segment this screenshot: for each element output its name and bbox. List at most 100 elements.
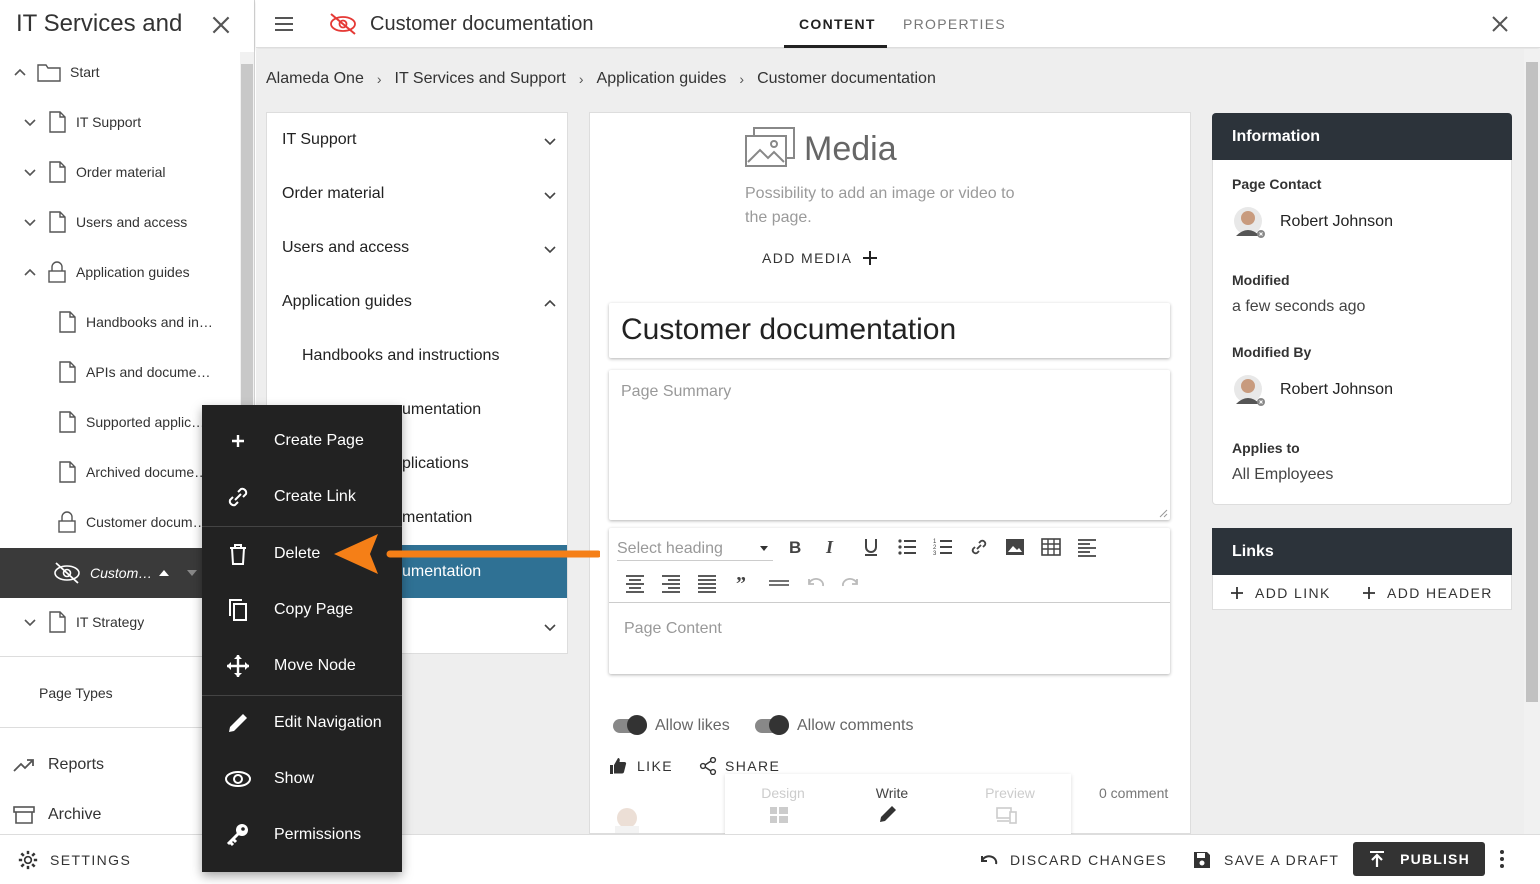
bold-icon[interactable]: B — [784, 536, 806, 558]
tab-content[interactable]: CONTENT — [799, 16, 876, 32]
share-button[interactable]: SHARE — [699, 757, 780, 775]
table-icon[interactable] — [1040, 536, 1062, 558]
nav-item-application-guides[interactable]: Application guides — [282, 293, 412, 311]
settings-button[interactable]: SETTINGS — [18, 850, 131, 870]
menu-item-create-link[interactable]: Create Link — [202, 469, 402, 525]
menu-item-create-page[interactable]: Create Page — [202, 413, 402, 469]
menu-item-copy-page[interactable]: Copy Page — [202, 582, 402, 638]
page-contact-name[interactable]: Robert Johnson — [1280, 213, 1393, 231]
page-icon — [49, 611, 66, 633]
chevron-up-icon[interactable] — [12, 64, 28, 80]
chevron-down-icon[interactable] — [22, 214, 38, 230]
tree-item-archived[interactable]: Archived docume… — [56, 447, 226, 497]
tree-item-label: Start — [70, 64, 100, 80]
nav-item-it-support[interactable]: IT Support — [282, 131, 356, 149]
more-vertical-icon[interactable] — [1492, 848, 1512, 870]
reports-link[interactable]: Reports — [12, 753, 104, 777]
tab-properties[interactable]: PROPERTIES — [903, 16, 1006, 32]
breadcrumb-item[interactable]: Alameda One — [266, 70, 364, 88]
page-types-link[interactable]: Page Types — [39, 685, 113, 701]
chevron-down-icon[interactable] — [22, 114, 38, 130]
chevron-down-icon[interactable] — [543, 242, 557, 256]
chevron-down-icon[interactable] — [543, 620, 557, 634]
nav-subitem-supported-apps[interactable]: plications — [402, 455, 469, 473]
tree-item-start[interactable]: Start — [12, 47, 100, 97]
align-justify-icon[interactable] — [696, 572, 718, 594]
add-link-button[interactable]: ADD LINK — [1231, 585, 1331, 601]
allow-comments-toggle[interactable] — [753, 714, 791, 736]
tree-item-customer-doc-hidden[interactable]: Custom… — [52, 548, 198, 598]
tree-item-order-material[interactable]: Order material — [22, 147, 165, 197]
main-scrollbar-thumb[interactable] — [1526, 62, 1538, 702]
mode-write[interactable]: Write — [852, 785, 932, 801]
image-icon[interactable] — [1004, 536, 1026, 558]
link-icon[interactable] — [968, 536, 990, 558]
italic-icon[interactable]: I — [820, 536, 842, 558]
breadcrumb-item[interactable]: IT Services and Support — [395, 70, 566, 88]
modified-by-name[interactable]: Robert Johnson — [1280, 381, 1393, 399]
menu-item-permissions[interactable]: Permissions — [202, 807, 402, 863]
nav-item-users-and-access[interactable]: Users and access — [282, 239, 409, 257]
lock-icon — [48, 261, 66, 283]
nav-item-order-material[interactable]: Order material — [282, 185, 384, 203]
redo-icon[interactable] — [840, 572, 862, 594]
save-draft-button[interactable]: SAVE A DRAFT — [1192, 850, 1339, 870]
heading-select[interactable]: Select heading — [617, 537, 773, 561]
add-header-button[interactable]: ADD HEADER — [1363, 585, 1493, 601]
nav-subitem-apis[interactable]: umentation — [402, 401, 481, 419]
tree-item-users-and-access[interactable]: Users and access — [22, 197, 187, 247]
add-media-button[interactable]: ADD MEDIA — [762, 250, 878, 266]
tree-item-handbooks[interactable]: Handbooks and in… — [56, 297, 226, 347]
quote-icon[interactable]: ” — [732, 572, 754, 594]
allow-likes-toggle[interactable] — [611, 714, 649, 736]
close-icon[interactable] — [208, 12, 234, 38]
close-icon[interactable] — [1488, 12, 1512, 36]
chevron-up-icon[interactable] — [22, 264, 38, 280]
pencil-icon — [880, 806, 896, 822]
numbered-list-icon[interactable]: 123 — [932, 536, 954, 558]
menu-item-show[interactable]: Show — [202, 751, 402, 807]
breadcrumb-item[interactable]: Application guides — [597, 70, 727, 88]
caret-down-icon[interactable] — [186, 568, 198, 578]
gear-icon — [18, 850, 38, 870]
menu-icon[interactable] — [274, 14, 294, 34]
align-left-icon[interactable] — [1076, 536, 1098, 558]
discard-changes-label: DISCARD CHANGES — [1010, 852, 1168, 868]
like-button[interactable]: LIKE — [609, 757, 673, 775]
tree-item-application-guides[interactable]: Application guides — [22, 247, 190, 297]
underline-icon[interactable] — [860, 536, 882, 558]
tree-item-apis[interactable]: APIs and docume… — [56, 347, 226, 397]
discard-changes-button[interactable]: DISCARD CHANGES — [978, 850, 1167, 870]
tree-item-customer-doc-locked[interactable]: Customer docum… — [56, 497, 226, 547]
chevron-down-icon[interactable] — [543, 188, 557, 202]
mode-design[interactable]: Design — [743, 785, 823, 801]
media-title: Media — [804, 130, 897, 168]
menu-item-edit-navigation[interactable]: Edit Navigation — [202, 695, 402, 751]
chevron-down-icon[interactable] — [543, 134, 557, 148]
tree-item-it-strategy[interactable]: IT Strategy — [22, 597, 144, 647]
caret-up-icon[interactable] — [158, 568, 170, 578]
undo-icon[interactable] — [804, 572, 826, 594]
publish-button[interactable]: PUBLISH — [1353, 842, 1485, 876]
chevron-up-icon[interactable] — [543, 296, 557, 310]
tree-item-label: Custom… — [90, 565, 153, 581]
horizontal-rule-icon[interactable] — [768, 572, 790, 594]
breadcrumb-item[interactable]: Customer documentation — [757, 70, 936, 88]
menu-item-move-node[interactable]: Move Node — [202, 638, 402, 694]
nav-subitem-archived[interactable]: mentation — [402, 509, 472, 527]
tree-item-supported-applications[interactable]: Supported applic… — [56, 397, 226, 447]
bullet-list-icon[interactable] — [896, 536, 918, 558]
resize-handle-icon[interactable] — [1159, 509, 1168, 518]
align-center-icon[interactable] — [624, 572, 646, 594]
tree-item-it-support[interactable]: IT Support — [22, 97, 141, 147]
content-placeholder[interactable]: Page Content — [624, 620, 722, 638]
chevron-down-icon[interactable] — [22, 614, 38, 630]
tree-item-label: Customer docum… — [86, 514, 207, 530]
plus-icon — [1231, 587, 1243, 599]
tree-item-label: Archived docume… — [86, 464, 209, 480]
chevron-down-icon[interactable] — [22, 164, 38, 180]
mode-preview[interactable]: Preview — [970, 785, 1050, 801]
align-right-icon[interactable] — [660, 572, 682, 594]
archive-link[interactable]: Archive — [12, 803, 101, 827]
nav-subitem-handbooks[interactable]: Handbooks and instructions — [302, 347, 499, 365]
